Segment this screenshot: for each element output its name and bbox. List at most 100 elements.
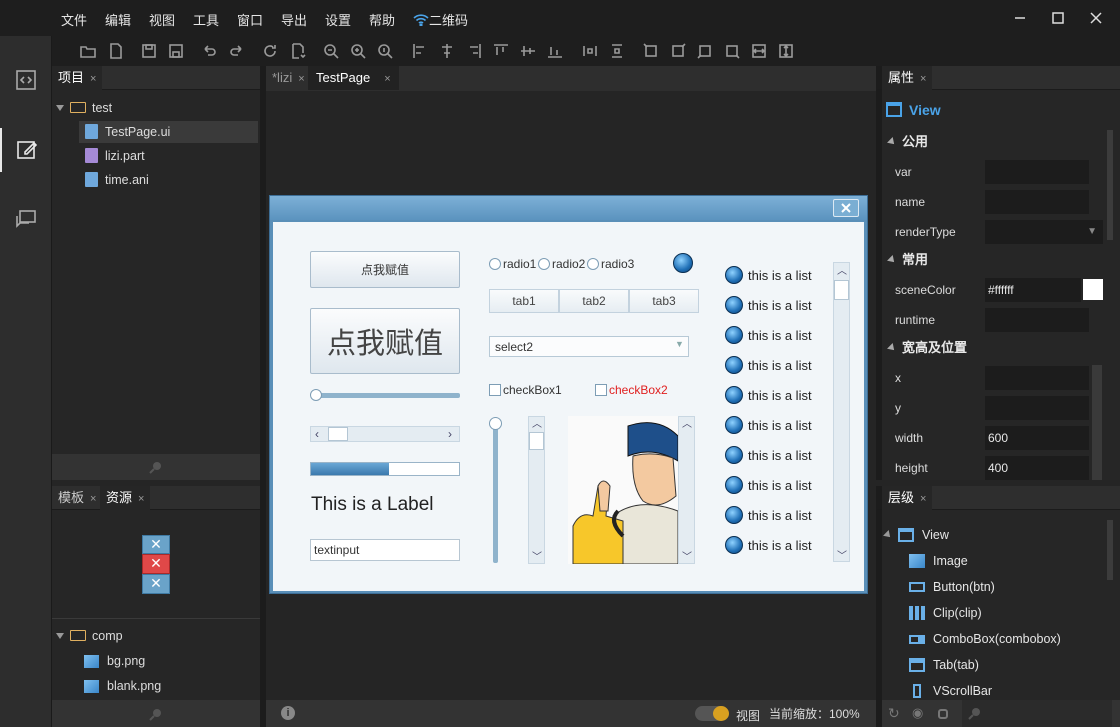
color-swatch[interactable] [1083, 279, 1103, 300]
prop-x-input[interactable] [985, 366, 1089, 390]
new-folder-icon[interactable] [78, 41, 98, 61]
tab-layers[interactable]: 层级 × [882, 486, 933, 510]
view-toggle[interactable] [695, 706, 729, 721]
close-icon[interactable]: × [920, 493, 926, 505]
slider-thumb[interactable] [310, 389, 322, 401]
list-item[interactable]: this is a list [725, 325, 812, 347]
assign-button-large[interactable]: 点我赋值 [310, 308, 460, 374]
close-icon[interactable]: × [298, 73, 304, 85]
size-width-icon[interactable] [668, 41, 688, 61]
size-both-icon[interactable] [722, 41, 742, 61]
section-size[interactable]: 宽高及位置 [882, 336, 1107, 360]
layer-search-input[interactable] [962, 700, 1112, 727]
zoom-reset-icon[interactable] [375, 41, 395, 61]
radio-3[interactable]: radio3 [587, 257, 634, 271]
radio-1[interactable]: radio1 [489, 257, 536, 271]
chevron-down-icon[interactable]: ﹀ [532, 548, 542, 563]
menu-qrcode[interactable]: 二维码 [413, 10, 468, 29]
text-input[interactable]: textinput [310, 539, 460, 561]
tree-folder-test[interactable]: test [56, 97, 112, 119]
chevron-left-icon[interactable]: ‹ [315, 427, 319, 441]
align-right-icon[interactable] [464, 41, 484, 61]
prop-height-input[interactable]: 400 [985, 456, 1089, 480]
tree-folder-comp[interactable]: comp [56, 625, 123, 647]
close-icon[interactable]: × [90, 493, 96, 505]
refresh-icon[interactable]: ↻ [888, 705, 900, 722]
size-match-icon[interactable] [641, 41, 661, 61]
prop-width-input[interactable]: 600 [985, 426, 1089, 450]
list-scroll-thumb[interactable] [834, 280, 849, 300]
prop-rendertype-select[interactable]: ▼ [985, 220, 1103, 244]
prop-y-input[interactable] [985, 396, 1089, 420]
align-bottom-icon[interactable] [545, 41, 565, 61]
distribute-h-icon[interactable] [580, 41, 600, 61]
tab-project[interactable]: 项目 × [52, 66, 103, 90]
chevron-down-icon[interactable]: ﹀ [837, 547, 847, 562]
menu-view[interactable]: 视图 [149, 10, 175, 29]
align-center-h-icon[interactable] [437, 41, 457, 61]
h-slider[interactable] [313, 393, 460, 398]
section-frequent[interactable]: 常用 [882, 248, 1107, 272]
list-item[interactable]: this is a list [725, 505, 812, 527]
close-icon[interactable]: × [384, 73, 390, 85]
menu-export[interactable]: 导出 [281, 10, 307, 29]
tab-3[interactable]: tab3 [629, 289, 699, 313]
tab-properties[interactable]: 属性 × [882, 66, 933, 90]
list-item[interactable]: this is a list [725, 295, 812, 317]
distribute-v-icon[interactable] [607, 41, 627, 61]
design-edit-icon[interactable] [0, 128, 52, 172]
tree-file-blank[interactable]: blank.png [84, 675, 161, 697]
list-v-scrollbar[interactable] [833, 262, 850, 562]
close-icon[interactable]: × [90, 73, 96, 85]
tab-template[interactable]: 模板 × [52, 486, 102, 510]
zoom-in-icon[interactable] [348, 41, 368, 61]
chevron-up-icon[interactable]: ︿ [682, 415, 692, 430]
section-common[interactable]: 公用 [882, 130, 1107, 154]
list-item[interactable]: this is a list [725, 265, 812, 287]
resource-search-bar[interactable] [52, 700, 260, 727]
minimize-button[interactable] [1010, 8, 1030, 28]
close-button[interactable] [833, 199, 859, 217]
layer-image[interactable]: Image [909, 549, 968, 573]
menu-file[interactable]: 文件 [61, 10, 87, 29]
tab-testpage[interactable]: TestPage × [308, 66, 399, 90]
chevron-down-icon[interactable]: ﹀ [682, 548, 692, 563]
tab-1[interactable]: tab1 [489, 289, 559, 313]
layer-clip[interactable]: Clip(clip) [909, 601, 982, 625]
align-middle-v-icon[interactable] [518, 41, 538, 61]
combobox[interactable]: select2 [489, 336, 689, 357]
close-icon[interactable]: × [138, 493, 144, 505]
align-left-icon[interactable] [410, 41, 430, 61]
image-v-scrollbar[interactable] [678, 416, 695, 564]
list-item[interactable]: this is a list [725, 475, 812, 497]
chevron-down-icon[interactable]: ▼ [675, 339, 684, 349]
redo-icon[interactable] [227, 41, 247, 61]
layer-root-view[interactable]: View [883, 523, 949, 547]
space-v-icon[interactable] [776, 41, 796, 61]
size-height-icon[interactable] [695, 41, 715, 61]
checkbox-2[interactable]: checkBox2 [595, 383, 668, 397]
undo-icon[interactable] [199, 41, 219, 61]
save-all-icon[interactable] [166, 41, 186, 61]
close-icon[interactable]: × [920, 73, 926, 85]
layer-combobox[interactable]: ComboBox(combobox) [909, 627, 1061, 651]
lock-icon[interactable] [938, 709, 948, 719]
tree-file-testpage[interactable]: TestPage.ui [79, 121, 258, 143]
prop-runtime-input[interactable] [985, 308, 1089, 332]
v-slider-thumb[interactable] [489, 417, 502, 430]
close-window-button[interactable] [1086, 8, 1106, 28]
menu-help[interactable]: 帮助 [369, 10, 395, 29]
chevron-up-icon[interactable]: ︿ [837, 262, 847, 277]
list-item[interactable]: this is a list [725, 535, 812, 557]
assign-button-small[interactable]: 点我赋值 [310, 251, 460, 288]
menu-settings[interactable]: 设置 [325, 10, 351, 29]
tab-2[interactable]: tab2 [559, 289, 629, 313]
menu-window[interactable]: 窗口 [237, 10, 263, 29]
maximize-button[interactable] [1048, 8, 1068, 28]
eye-icon[interactable]: ◉ [912, 705, 923, 721]
space-h-icon[interactable] [749, 41, 769, 61]
list-item[interactable]: this is a list [725, 385, 812, 407]
list-item[interactable]: this is a list [725, 445, 812, 467]
list-item[interactable]: this is a list [725, 355, 812, 377]
menu-edit[interactable]: 编辑 [105, 10, 131, 29]
